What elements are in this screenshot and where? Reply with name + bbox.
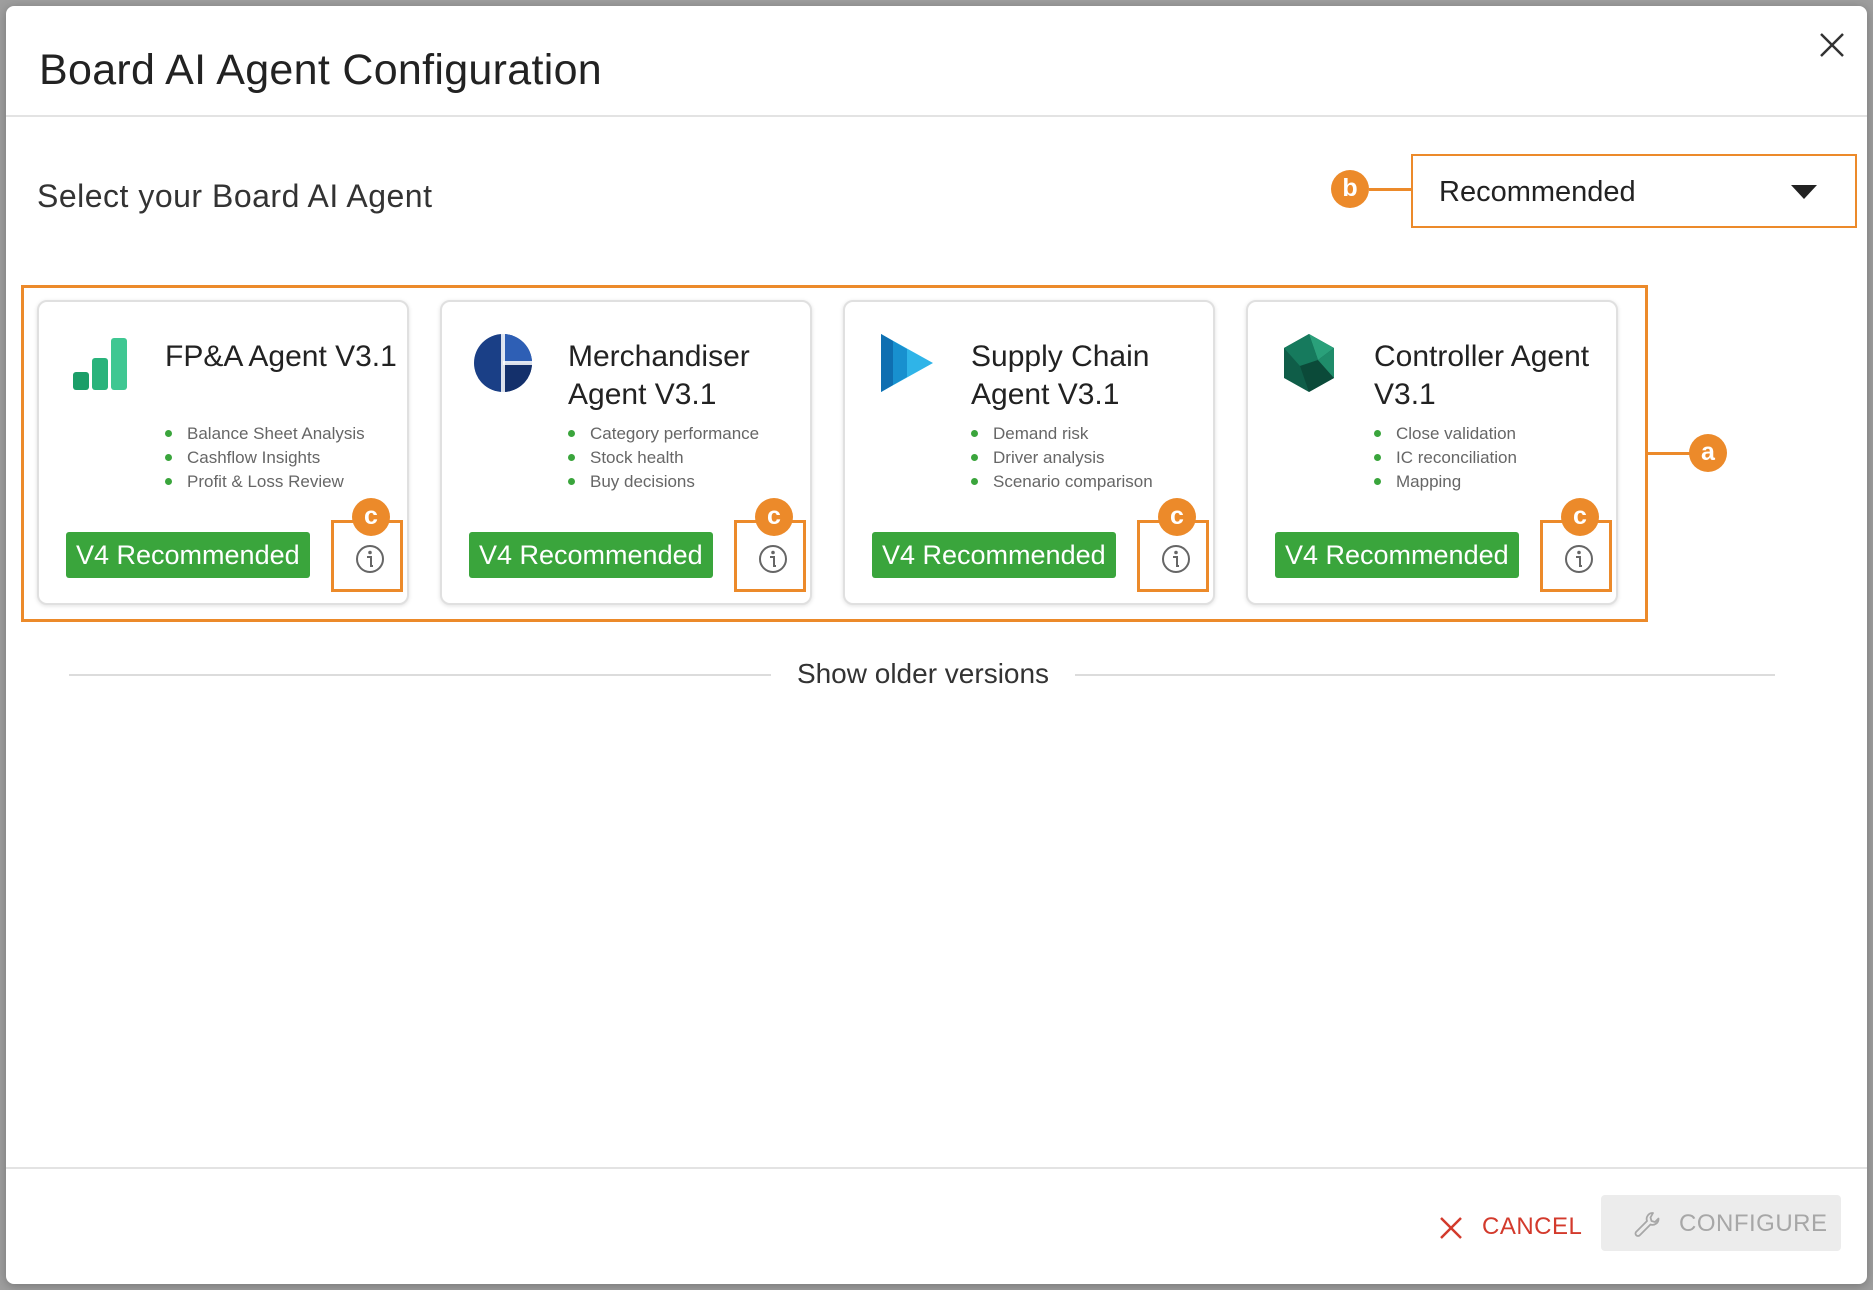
- merchandiser-circle-logo: [474, 334, 532, 392]
- info-icon: [356, 545, 384, 573]
- callout-marker-a: a: [1689, 434, 1727, 472]
- feature-item: Balance Sheet Analysis: [165, 422, 405, 446]
- agent-card-merchandiser[interactable]: Merchandiser Agent V3.1 Category perform…: [440, 300, 812, 605]
- divider-left: [69, 674, 771, 676]
- feature-item: Buy decisions: [568, 470, 808, 494]
- v4-recommended-badge: V4 Recommended: [469, 532, 713, 578]
- callout-marker-c: c: [1561, 498, 1599, 536]
- feature-item: IC reconciliation: [1374, 446, 1614, 470]
- feature-item: Profit & Loss Review: [165, 470, 405, 494]
- agent-feature-list: Category performance Stock health Buy de…: [568, 422, 808, 494]
- feature-item: Category performance: [568, 422, 808, 446]
- callout-line-b: [1369, 188, 1411, 191]
- callout-marker-c: c: [1158, 498, 1196, 536]
- cancel-label: CANCEL: [1482, 1213, 1583, 1240]
- show-older-versions-link[interactable]: Show older versions: [773, 658, 1073, 690]
- close-icon: [1820, 33, 1844, 57]
- dialog-header: Board AI Agent Configuration: [6, 6, 1867, 117]
- configure-button[interactable]: CONFIGURE: [1601, 1195, 1841, 1251]
- v4-recommended-badge: V4 Recommended: [66, 532, 310, 578]
- info-icon: [1565, 545, 1593, 573]
- supply-chain-play-logo: [881, 334, 933, 392]
- dialog-title: Board AI Agent Configuration: [39, 46, 603, 94]
- agent-card-fpa[interactable]: FP&A Agent V3.1 Balance Sheet Analysis C…: [37, 300, 409, 605]
- agent-card-supply-chain[interactable]: Supply Chain Agent V3.1 Demand risk Driv…: [843, 300, 1215, 605]
- agent-configuration-dialog: Board AI Agent Configuration Select your…: [6, 6, 1867, 1284]
- agent-card-controller[interactable]: Controller Agent V3.1 Close validation I…: [1246, 300, 1618, 605]
- dialog-footer: CANCEL CONFIGURE: [6, 1167, 1867, 1284]
- agent-card-title: Supply Chain Agent V3.1: [971, 340, 1150, 411]
- callout-marker-c: c: [352, 498, 390, 536]
- callout-marker-b: b: [1331, 170, 1369, 208]
- info-icon: [759, 545, 787, 573]
- version-filter-dropdown[interactable]: Recommended: [1411, 154, 1857, 228]
- dropdown-selected-value: Recommended: [1439, 176, 1636, 208]
- feature-item: Scenario comparison: [971, 470, 1211, 494]
- info-icon: [1162, 545, 1190, 573]
- fpa-bars-logo: [73, 338, 127, 390]
- callout-marker-c: c: [755, 498, 793, 536]
- configure-label: CONFIGURE: [1679, 1210, 1828, 1237]
- v4-recommended-badge: V4 Recommended: [872, 532, 1116, 578]
- caret-down-icon: [1791, 185, 1817, 199]
- cancel-button[interactable]: CANCEL: [1436, 1201, 1586, 1253]
- agent-card-title: Controller Agent V3.1: [1374, 340, 1590, 411]
- controller-hexagon-logo: [1284, 334, 1334, 392]
- feature-item: Mapping: [1374, 470, 1614, 494]
- feature-item: Driver analysis: [971, 446, 1211, 470]
- callout-line-a: [1648, 452, 1690, 455]
- agent-feature-list: Balance Sheet Analysis Cashflow Insights…: [165, 422, 405, 494]
- agent-card-title: Merchandiser Agent V3.1: [568, 340, 750, 411]
- divider-right: [1075, 674, 1775, 676]
- agent-feature-list: Demand risk Driver analysis Scenario com…: [971, 422, 1211, 494]
- close-button[interactable]: [1809, 24, 1853, 68]
- select-agent-label: Select your Board AI Agent: [37, 178, 433, 214]
- feature-item: Close validation: [1374, 422, 1614, 446]
- agent-card-title: FP&A Agent V3.1: [165, 340, 397, 373]
- wrench-icon: [1634, 1212, 1660, 1237]
- agent-feature-list: Close validation IC reconciliation Mappi…: [1374, 422, 1614, 494]
- v4-recommended-badge: V4 Recommended: [1275, 532, 1519, 578]
- feature-item: Demand risk: [971, 422, 1211, 446]
- feature-item: Cashflow Insights: [165, 446, 405, 470]
- close-icon: [1440, 1217, 1462, 1239]
- feature-item: Stock health: [568, 446, 808, 470]
